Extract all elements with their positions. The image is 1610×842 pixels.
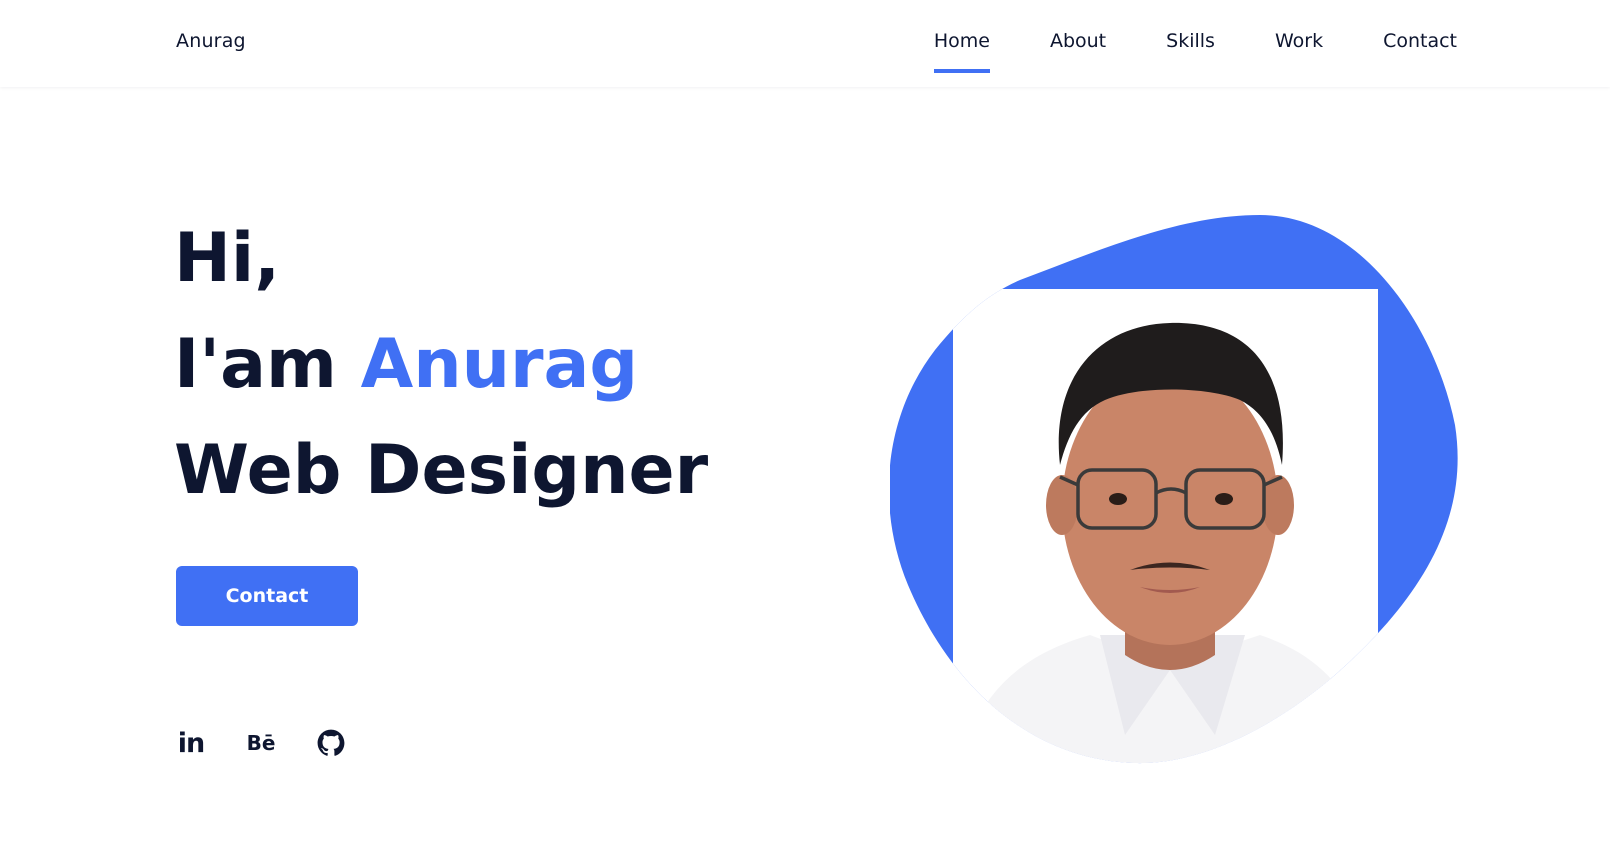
hero-name: Anurag	[360, 325, 639, 404]
logo[interactable]: Anurag	[176, 30, 246, 52]
nav-link-work[interactable]: Work	[1275, 30, 1323, 72]
nav-link-home[interactable]: Home	[933, 30, 991, 73]
hero-intro-line: I'am Anurag	[174, 312, 708, 418]
behance-link[interactable]: Bē	[246, 728, 276, 758]
github-icon	[317, 729, 345, 756]
hero-title: Hi, I'am Anurag Web Designer	[174, 206, 708, 524]
face-shape	[1062, 365, 1278, 645]
eye-left	[1109, 493, 1127, 505]
linkedin-icon: in	[177, 727, 206, 759]
social-links: in Bē	[176, 728, 386, 758]
eye-right	[1215, 493, 1233, 505]
nav-link-contact[interactable]: Contact	[1383, 30, 1457, 72]
github-link[interactable]	[316, 728, 346, 758]
nav-link-about[interactable]: About	[1050, 30, 1106, 72]
hero-intro-prefix: I'am	[174, 325, 337, 404]
linkedin-link[interactable]: in	[176, 728, 206, 758]
hero-illustration	[890, 215, 1458, 764]
nav-item-about: About	[990, 30, 1106, 72]
nav-list: Home About Skills Work Contact	[874, 30, 1457, 73]
nav-item-skills: Skills	[1106, 30, 1215, 72]
nav-item-contact: Contact	[1323, 30, 1457, 72]
behance-icon: Bē	[246, 731, 276, 755]
site-header: Anurag Home About Skills Work Contact	[0, 0, 1610, 87]
hero-greeting: Hi,	[174, 219, 281, 298]
contact-button[interactable]: Contact	[176, 566, 358, 626]
nav-item-work: Work	[1215, 30, 1323, 72]
nav-item-home: Home	[874, 30, 991, 73]
hero-role: Web Designer	[174, 431, 709, 510]
nav-link-skills[interactable]: Skills	[1166, 30, 1215, 72]
